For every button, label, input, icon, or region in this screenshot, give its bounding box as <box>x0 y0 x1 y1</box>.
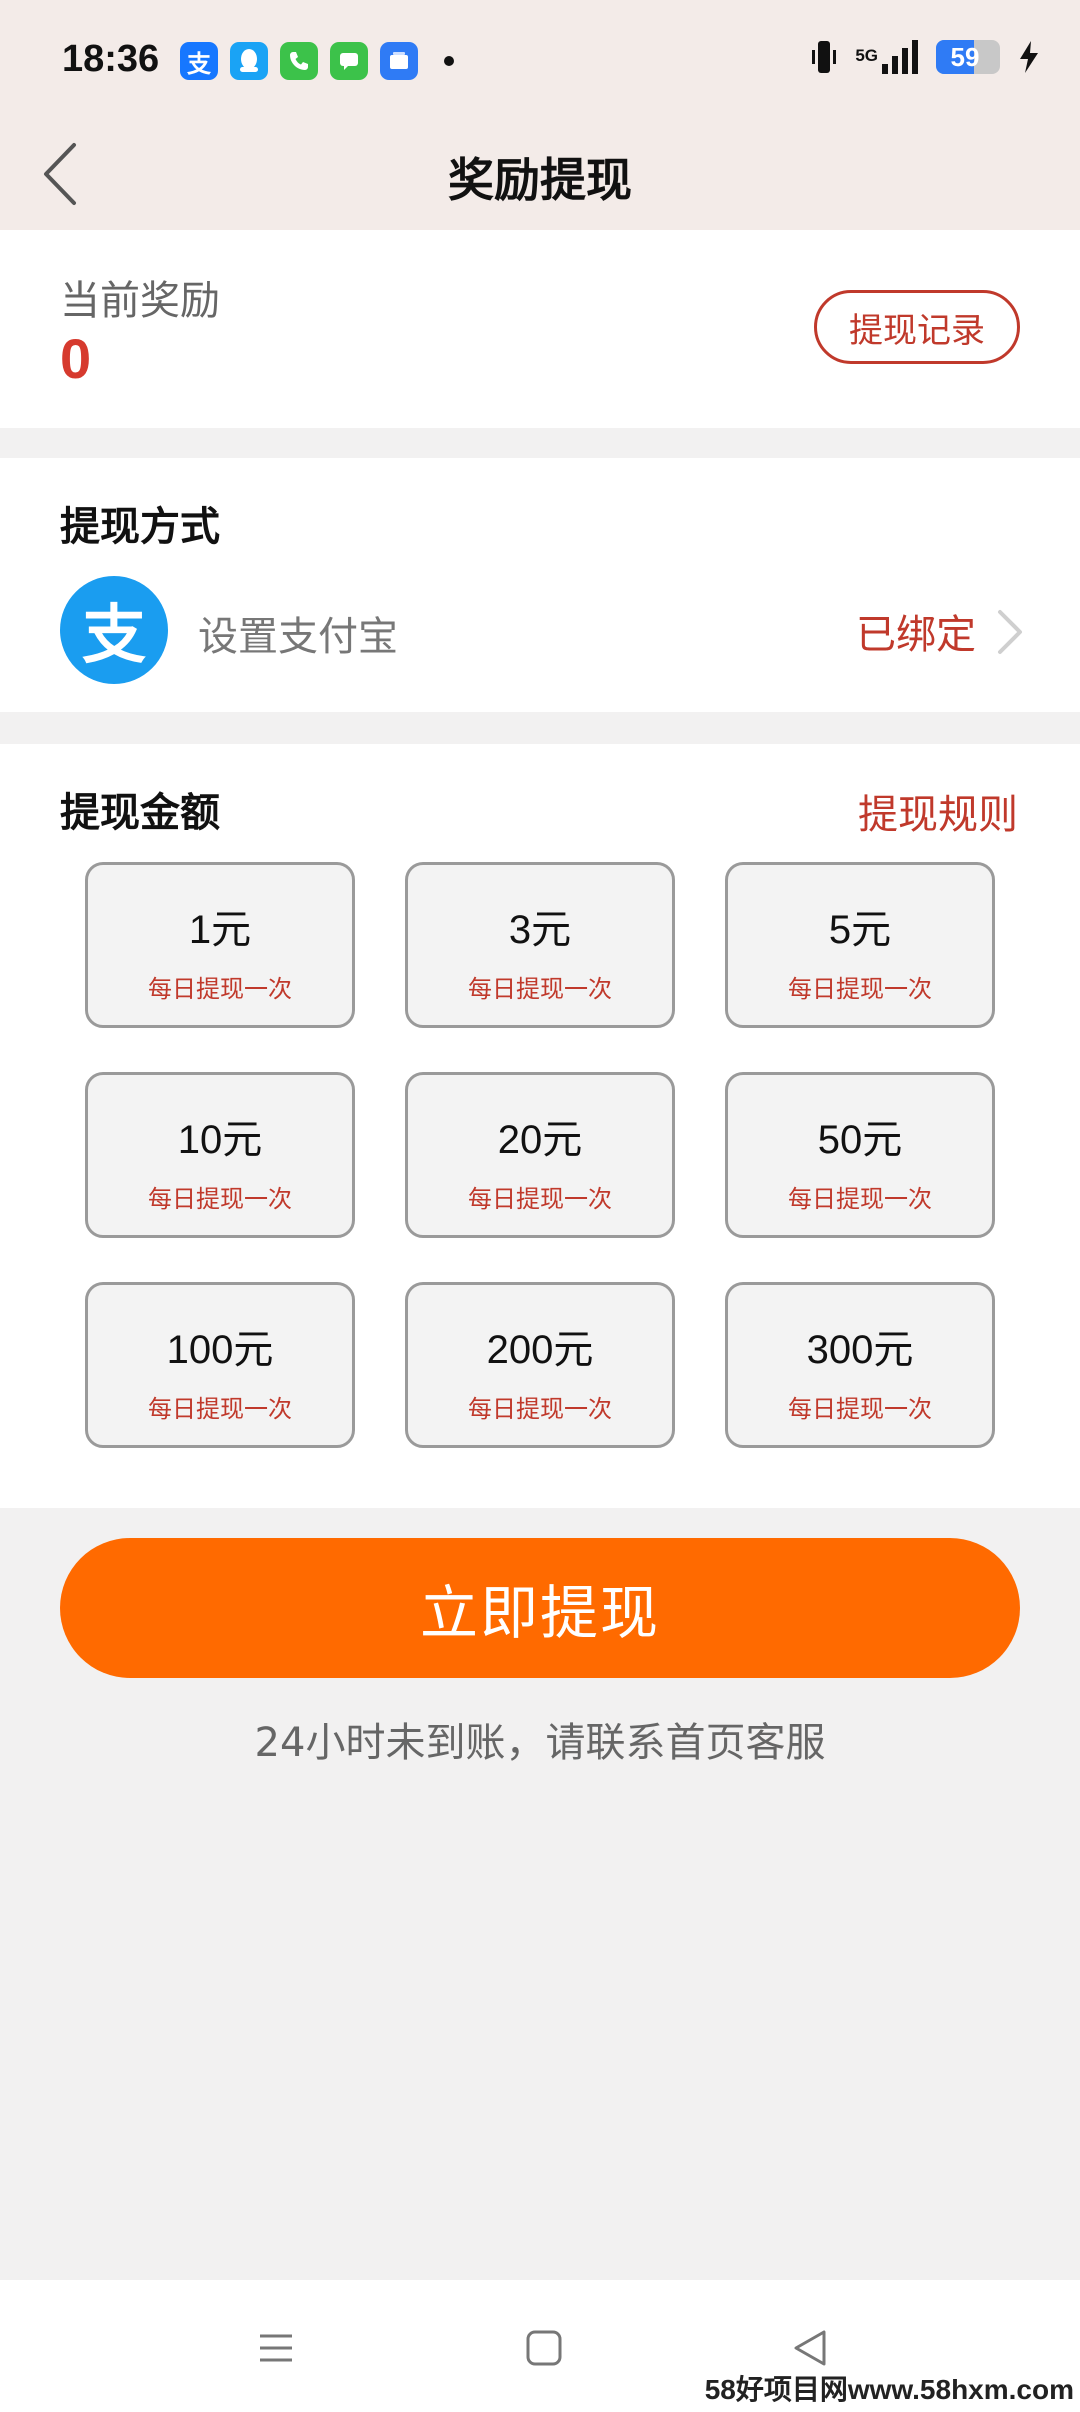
amount-value: 5元 <box>828 908 892 952</box>
top-area: 18:36 支 5G 59 奖励提现 <box>0 0 1080 230</box>
signal-bars-icon <box>882 40 918 74</box>
amount-note: 每日提现一次 <box>788 1395 932 1423</box>
alipay-option-label[interactable]: 设置支付宝 <box>198 604 398 662</box>
reward-card: 当前奖励 0 提现记录 <box>0 230 1080 428</box>
withdraw-method-card: 提现方式 支 设置支付宝 已绑定 <box>0 458 1080 712</box>
amount-note: 每日提现一次 <box>148 1395 292 1423</box>
amount-option[interactable]: 200元 每日提现一次 <box>405 1282 675 1448</box>
amount-note: 每日提现一次 <box>468 1395 612 1423</box>
amount-value: 3元 <box>508 908 572 952</box>
files-app-icon <box>380 42 418 80</box>
home-square-icon[interactable] <box>520 2324 568 2372</box>
amount-option[interactable]: 10元 每日提现一次 <box>85 1072 355 1238</box>
amount-note: 每日提现一次 <box>468 1185 612 1213</box>
bind-status[interactable]: 已绑定 <box>856 602 976 660</box>
watermark-text: 58好项目网www.58hxm.com <box>704 2374 1074 2405</box>
vibrate-icon <box>812 41 837 73</box>
amount-value: 10元 <box>177 1118 263 1162</box>
method-title: 提现方式 <box>60 504 220 550</box>
amount-value: 200元 <box>486 1328 594 1372</box>
battery-level: 59 <box>950 41 980 72</box>
withdraw-rules-link[interactable]: 提现规则 <box>858 782 1018 840</box>
amount-value: 100元 <box>166 1328 274 1372</box>
amount-value: 50元 <box>817 1118 903 1162</box>
messages-app-icon <box>330 42 368 80</box>
amount-option[interactable]: 300元 每日提现一次 <box>725 1282 995 1448</box>
status-indicators: 5G 59 <box>811 38 1040 76</box>
withdraw-amount-card: 提现金额 提现规则 1元 每日提现一次 3元 每日提现一次 5元 每日提现一次 … <box>0 744 1080 1508</box>
amount-option[interactable]: 20元 每日提现一次 <box>405 1072 675 1238</box>
reward-value: 0 <box>60 327 92 390</box>
withdraw-now-button[interactable]: 立即提现 <box>60 1538 1020 1678</box>
menu-icon[interactable] <box>252 2324 300 2372</box>
amount-note: 每日提现一次 <box>468 975 612 1003</box>
amount-note: 每日提现一次 <box>148 975 292 1003</box>
amount-note: 每日提现一次 <box>148 1185 292 1213</box>
amount-title: 提现金额 <box>60 790 220 836</box>
chevron-right-icon[interactable] <box>990 606 1030 658</box>
amount-option[interactable]: 1元 每日提现一次 <box>85 862 355 1028</box>
alipay-app-icon: 支 <box>180 42 218 80</box>
amount-value: 20元 <box>497 1118 583 1162</box>
phone-app-icon <box>280 42 318 80</box>
amount-value: 1元 <box>188 908 252 952</box>
page-title: 奖励提现 <box>448 153 632 207</box>
withdraw-history-button[interactable]: 提现记录 <box>814 290 1020 364</box>
qq-app-icon <box>230 42 268 80</box>
amount-option[interactable]: 3元 每日提现一次 <box>405 862 675 1028</box>
status-bar: 18:36 支 5G 59 <box>0 0 1080 124</box>
back-triangle-icon[interactable] <box>786 2324 834 2372</box>
support-hint: 24小时未到账，请联系首页客服 <box>254 1720 826 1766</box>
reward-label: 当前奖励 <box>60 278 220 324</box>
amount-option[interactable]: 50元 每日提现一次 <box>725 1072 995 1238</box>
network-type: 5G <box>855 46 878 65</box>
charging-bolt-icon <box>1020 41 1038 73</box>
status-app-icons: 支 <box>180 42 454 80</box>
amount-option[interactable]: 5元 每日提现一次 <box>725 862 995 1028</box>
amount-option[interactable]: 100元 每日提现一次 <box>85 1282 355 1448</box>
more-notifications-dot <box>444 56 454 66</box>
amount-note: 每日提现一次 <box>788 975 932 1003</box>
alipay-icon: 支 <box>60 576 168 684</box>
status-time: 18:36 <box>62 38 160 80</box>
amount-value: 300元 <box>806 1328 914 1372</box>
nav-header: 奖励提现 <box>0 124 1080 230</box>
battery-icon: 59 <box>936 40 1000 74</box>
cellular-signal: 5G <box>855 40 918 74</box>
amount-note: 每日提现一次 <box>788 1185 932 1213</box>
